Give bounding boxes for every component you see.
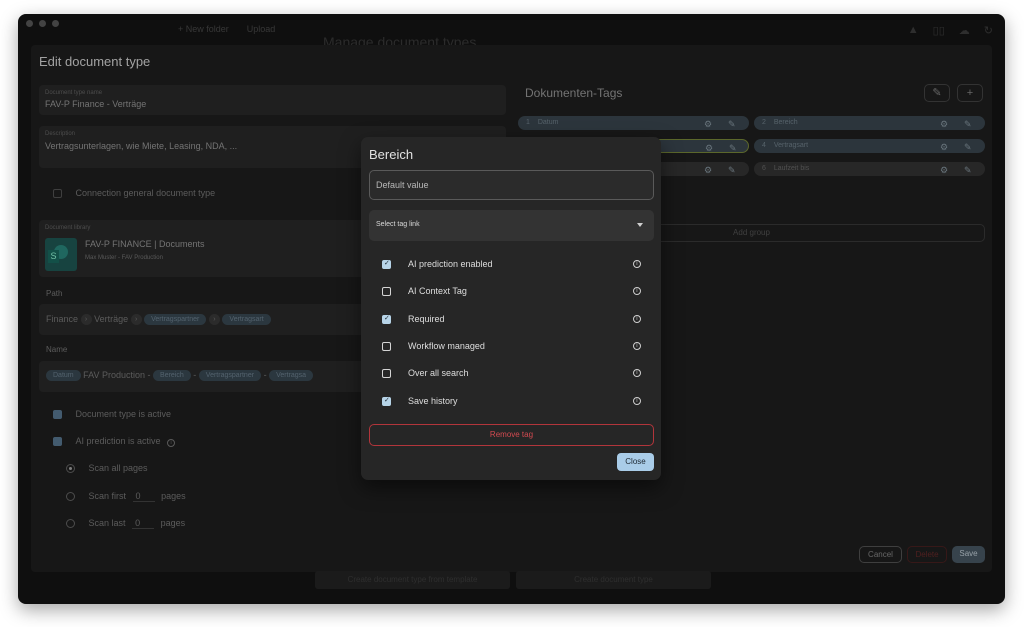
ai-context-checkbox[interactable] xyxy=(382,287,391,296)
info-icon[interactable]: i xyxy=(633,287,641,295)
option-label: Workflow managed xyxy=(408,341,485,351)
required-checkbox[interactable] xyxy=(382,314,391,324)
info-icon[interactable]: i xyxy=(633,342,641,350)
dialog-title: Bereich xyxy=(369,147,414,162)
info-icon[interactable]: i xyxy=(633,260,641,268)
option-ai-context[interactable]: AI Context Tag i xyxy=(382,285,642,299)
ai-prediction-checkbox[interactable] xyxy=(382,259,391,269)
close-button[interactable]: Close xyxy=(617,453,654,471)
tag-link-select[interactable]: Select tag link xyxy=(369,210,654,241)
tag-link-select-label: Select tag link xyxy=(376,221,420,228)
info-icon[interactable]: i xyxy=(633,369,641,377)
app-window: + New folder Upload Manage document type… xyxy=(18,14,1005,604)
chevron-down-icon xyxy=(637,223,643,227)
option-required[interactable]: Required i xyxy=(382,313,642,327)
option-label: Required xyxy=(408,314,445,324)
option-label: AI Context Tag xyxy=(408,286,467,296)
option-label: AI prediction enabled xyxy=(408,259,493,269)
option-search[interactable]: Over all search i xyxy=(382,367,642,381)
option-history[interactable]: Save history i xyxy=(382,395,642,409)
option-ai-prediction[interactable]: AI prediction enabled i xyxy=(382,258,642,272)
option-label: Save history xyxy=(408,396,458,406)
option-label: Over all search xyxy=(408,368,469,378)
workflow-checkbox[interactable] xyxy=(382,342,391,351)
info-icon[interactable]: i xyxy=(633,397,641,405)
search-checkbox[interactable] xyxy=(382,369,391,378)
remove-tag-button[interactable]: Remove tag xyxy=(369,424,654,446)
option-workflow[interactable]: Workflow managed i xyxy=(382,340,642,354)
history-checkbox[interactable] xyxy=(382,396,391,406)
tag-settings-dialog: Bereich Default value Select tag link AI… xyxy=(361,137,661,480)
info-icon[interactable]: i xyxy=(633,315,641,323)
default-value-input[interactable]: Default value xyxy=(369,170,654,200)
